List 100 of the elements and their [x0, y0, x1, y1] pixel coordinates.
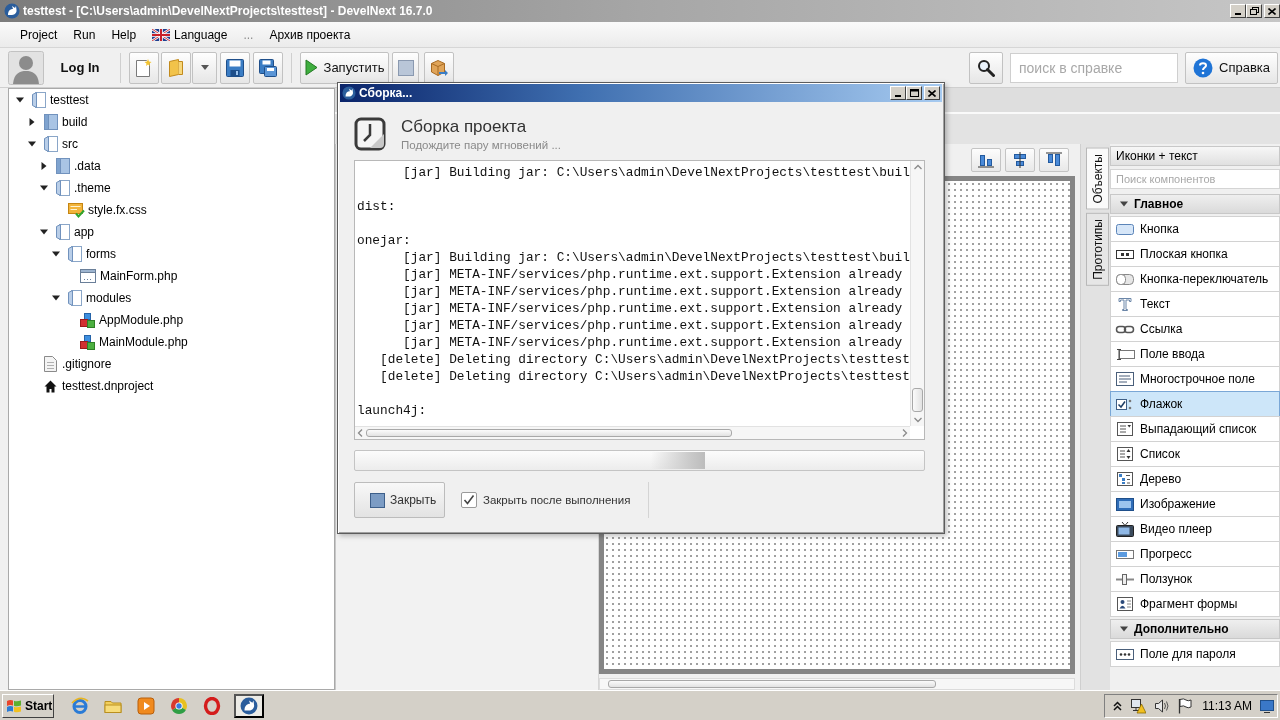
tree-item[interactable]: .data	[39, 155, 104, 177]
scroll-right-icon[interactable]	[900, 427, 910, 439]
component-item[interactable]: Ссылка	[1110, 316, 1280, 342]
desktop-icon[interactable]	[1260, 698, 1274, 713]
open-button[interactable]	[161, 51, 191, 84]
menu-item[interactable]: Архив проекта	[261, 24, 359, 45]
align-button[interactable]	[1005, 148, 1035, 172]
tree-item[interactable]: .gitignore	[27, 353, 115, 375]
tree-item[interactable]: forms	[51, 243, 119, 265]
component-search-field[interactable]: Поиск компонентов	[1110, 169, 1280, 189]
caret-icon[interactable]	[40, 162, 48, 170]
align-button[interactable]	[1039, 148, 1069, 172]
ring-icon	[203, 696, 221, 715]
login-button[interactable]: Log In	[48, 51, 112, 84]
help-search-field[interactable]: поиск в справке	[1010, 52, 1178, 83]
group-header[interactable]: Главное	[1110, 194, 1280, 214]
checkbox[interactable]	[461, 492, 477, 508]
close-button[interactable]	[1264, 4, 1280, 18]
close-button[interactable]	[924, 86, 940, 100]
caret-icon[interactable]	[16, 96, 24, 104]
tree-item[interactable]: testtest.dnproject	[27, 375, 157, 397]
tree-item[interactable]: AppModule.php	[63, 309, 187, 331]
component-item[interactable]: Плоская кнопка	[1110, 241, 1280, 267]
component-item[interactable]: Многострочное поле	[1110, 366, 1280, 392]
component-item[interactable]: Список	[1110, 441, 1280, 467]
stop-button[interactable]	[392, 51, 419, 84]
help-button[interactable]: Справка	[1185, 51, 1278, 84]
start-button[interactable]: Start	[2, 693, 54, 718]
minimize-button[interactable]	[890, 86, 906, 100]
home-icon	[44, 379, 57, 393]
tree-item[interactable]: build	[27, 111, 91, 133]
side-tab[interactable]: Прототипы	[1086, 212, 1109, 286]
build-button[interactable]	[424, 51, 454, 84]
new-file-button[interactable]	[129, 51, 159, 84]
component-item[interactable]: Кнопка	[1110, 216, 1280, 242]
run-button[interactable]: Запустить	[300, 51, 389, 84]
group-header[interactable]: Дополнительно	[1110, 619, 1280, 639]
component-item[interactable]: Фрагмент формы	[1110, 591, 1280, 617]
component-item[interactable]: Ползунок	[1110, 566, 1280, 592]
tree-item[interactable]: app	[39, 221, 98, 243]
scrollbar-thumb[interactable]	[608, 680, 936, 688]
window-title: testtest - [C:\Users\admin\DevelNextProjects\testtest] - DevelNext 16.7.0	[23, 4, 434, 18]
save-all-button[interactable]	[253, 51, 283, 84]
component-item[interactable]: Видео плеер	[1110, 516, 1280, 542]
view-dropdown[interactable]: Иконки + текст	[1110, 146, 1280, 166]
component-item[interactable]: Кнопка-переключатель	[1110, 266, 1280, 292]
caret-icon[interactable]	[52, 250, 60, 258]
search-button[interactable]	[969, 51, 1003, 84]
horizontal-scrollbar[interactable]	[355, 426, 910, 439]
flag-icon[interactable]	[1178, 697, 1193, 714]
caret-icon[interactable]	[40, 184, 48, 192]
tree-item[interactable]: .theme	[39, 177, 114, 199]
menu-item[interactable]: Help	[103, 24, 145, 45]
slider-icon	[1115, 571, 1135, 587]
restore-button[interactable]	[1246, 4, 1262, 18]
tree-item[interactable]: style.fx.css	[51, 199, 150, 221]
network-warning-icon[interactable]	[1130, 697, 1147, 714]
component-item[interactable]: Текст	[1110, 291, 1280, 317]
caret-icon[interactable]	[52, 294, 60, 302]
vertical-scrollbar[interactable]	[910, 161, 924, 426]
button-shape-icon	[1115, 221, 1135, 237]
checkbox-label[interactable]: Закрыть после выполнения	[483, 494, 631, 506]
side-tab[interactable]: Объекты	[1086, 148, 1109, 210]
tree-item[interactable]: MainForm.php	[63, 265, 181, 287]
menu-item[interactable]: Language	[144, 24, 236, 45]
align-top-icon	[1046, 152, 1062, 168]
component-item[interactable]: Прогресс	[1110, 541, 1280, 567]
caret-icon[interactable]	[28, 118, 36, 126]
scrollbar-thumb[interactable]	[366, 429, 732, 437]
tree-item[interactable]: MainModule.php	[63, 331, 191, 353]
tree-item[interactable]: src	[27, 133, 81, 155]
maximize-button[interactable]	[906, 86, 922, 100]
caret-icon[interactable]	[28, 140, 36, 148]
speaker-icon[interactable]	[1154, 697, 1171, 714]
list-icon	[1115, 446, 1135, 462]
taskbar-button[interactable]	[234, 693, 264, 718]
open-folder-icon	[56, 224, 70, 240]
align-button[interactable]	[971, 148, 1001, 172]
tree-item[interactable]: testtest	[15, 89, 92, 111]
component-item[interactable]: Выпадающий список	[1110, 416, 1280, 442]
log-line: [delete] Deleting directory C:\Users\admin\DevelNextProjects\testtest	[380, 368, 910, 385]
log-line: [delete] Deleting directory C:\Users\admin\DevelNextProjects\testtest	[380, 351, 910, 368]
component-item[interactable]: Поле для пароля	[1110, 641, 1280, 667]
scroll-left-icon[interactable]	[355, 427, 365, 439]
close-dialog-button[interactable]: Закрыть	[354, 482, 445, 518]
component-item[interactable]: Изображение	[1110, 491, 1280, 517]
tree-item[interactable]: modules	[51, 287, 135, 309]
menu-item[interactable]: Run	[65, 24, 104, 45]
component-item[interactable]: Дерево	[1110, 466, 1280, 492]
menu-item[interactable]: Project	[12, 24, 66, 45]
scrollbar-thumb[interactable]	[912, 388, 923, 412]
chevron-up-icon[interactable]	[1113, 700, 1123, 711]
log-line: onejar:	[357, 232, 411, 249]
component-item[interactable]: Поле ввода	[1110, 341, 1280, 367]
save-button[interactable]	[220, 51, 250, 84]
component-item[interactable]: Флажок	[1110, 391, 1280, 417]
minimize-button[interactable]	[1230, 4, 1246, 18]
open-menu-button[interactable]	[192, 51, 217, 84]
horizontal-scrollbar[interactable]	[599, 678, 1075, 690]
caret-icon[interactable]	[40, 228, 48, 236]
